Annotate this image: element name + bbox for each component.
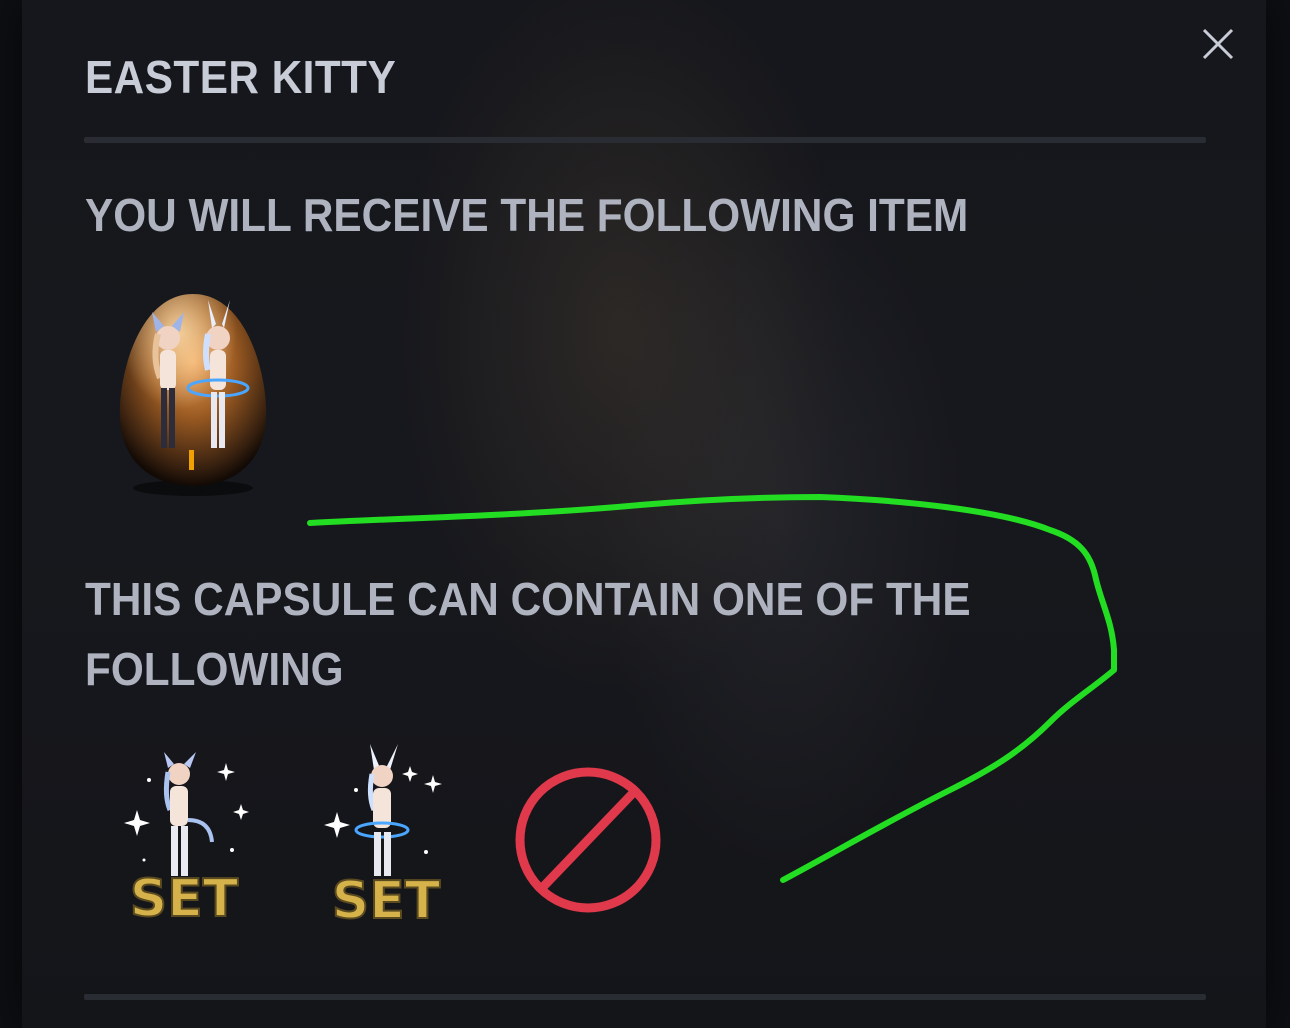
prohibited-icon [515, 767, 661, 913]
kitty-set-item[interactable]: SET [104, 750, 264, 940]
bottom-divider [84, 994, 1206, 1000]
receive-heading: YOU WILL RECEIVE THE FOLLOWING ITEM [85, 189, 969, 241]
dialog-title: EASTER KITTY [85, 51, 397, 103]
kitty-set-label: SET [130, 869, 239, 929]
close-icon [1202, 28, 1234, 60]
bunny-outfit-set-icon: SET [324, 744, 442, 932]
prohibited-item[interactable] [510, 762, 666, 918]
kitty-outfit-set-icon: SET [124, 752, 249, 930]
bunny-set-label: SET [332, 871, 441, 931]
bunny-set-item[interactable]: SET [306, 742, 466, 940]
close-button[interactable] [1196, 22, 1240, 66]
title-divider [84, 137, 1206, 143]
contain-heading: THIS CAPSULE CAN CONTAIN ONE OF THE FOLL… [85, 573, 971, 695]
easter-egg-capsule-icon [119, 294, 267, 496]
easter-egg-item[interactable] [108, 288, 278, 498]
